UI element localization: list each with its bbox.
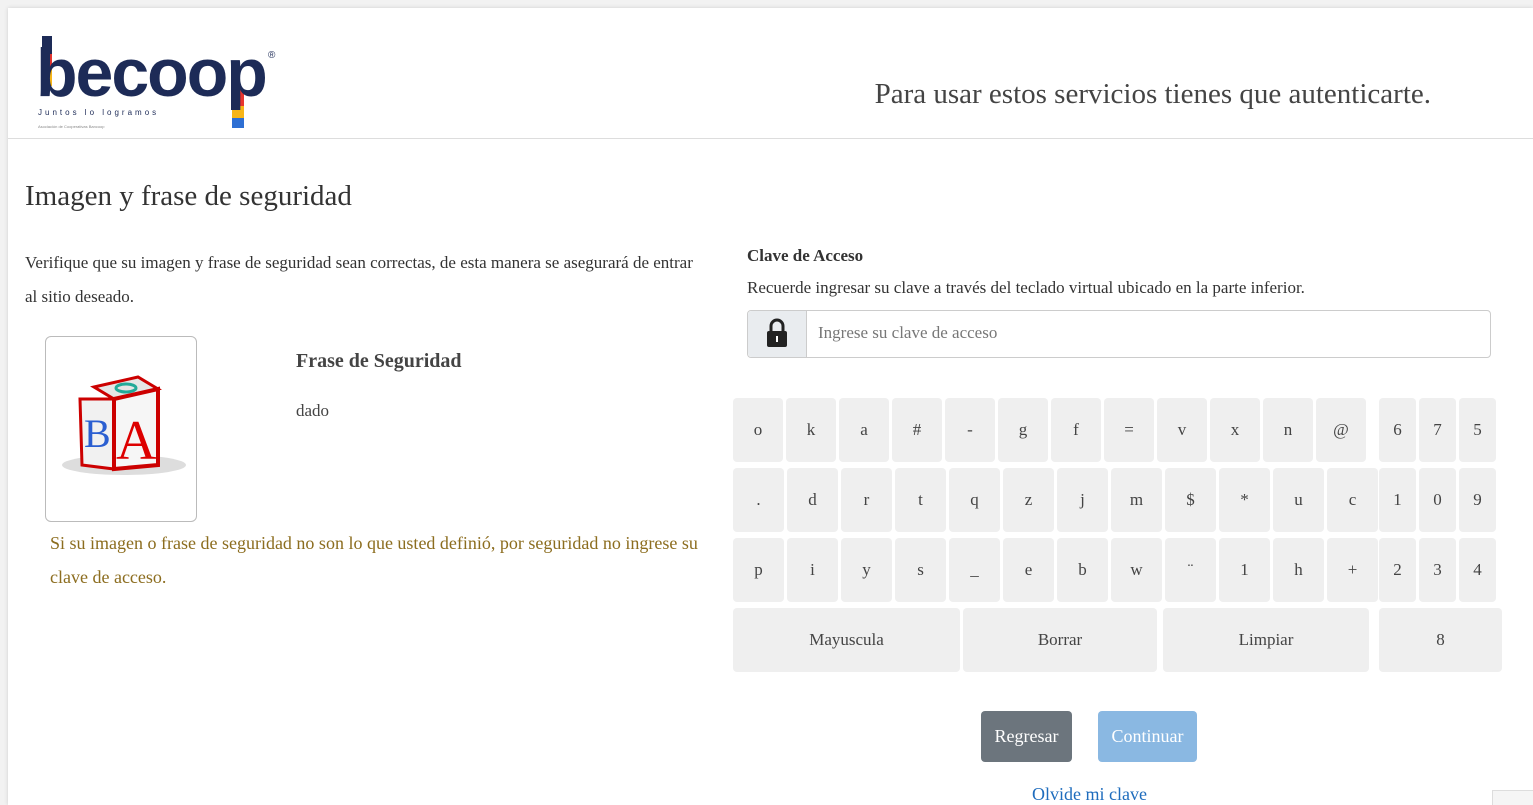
keyboard-key[interactable]: v bbox=[1157, 398, 1207, 462]
security-phrase-value: dado bbox=[296, 401, 330, 420]
keyboard-key[interactable]: x bbox=[1210, 398, 1260, 462]
keyboard-key[interactable]: j bbox=[1057, 468, 1108, 532]
numpad-key[interactable]: 0 bbox=[1419, 468, 1456, 532]
keyboard-key[interactable]: a bbox=[839, 398, 889, 462]
numpad-key[interactable]: 2 bbox=[1379, 538, 1416, 602]
logo-tagline: Juntos lo logramos bbox=[38, 108, 160, 117]
numpad-key[interactable]: 3 bbox=[1419, 538, 1456, 602]
keyboard-key[interactable]: d bbox=[787, 468, 838, 532]
keyboard-key[interactable]: p bbox=[733, 538, 784, 602]
security-image: B A bbox=[45, 336, 197, 522]
security-warning: Si su imagen o frase de seguridad no son… bbox=[50, 533, 698, 587]
access-key-instructions: Recuerde ingresar su clave a través del … bbox=[747, 278, 1305, 297]
keyboard-key[interactable]: * bbox=[1219, 468, 1270, 532]
verify-instructions: Verifique que su imagen y frase de segur… bbox=[25, 253, 693, 306]
keyboard-key[interactable]: i bbox=[787, 538, 838, 602]
keyboard-key[interactable]: c bbox=[1327, 468, 1378, 532]
password-addon bbox=[748, 311, 807, 357]
keyboard-key[interactable]: k bbox=[786, 398, 836, 462]
login-page: becoop ® Juntos lo logramos Asociación d… bbox=[8, 8, 1533, 805]
keyboard-key[interactable]: 1 bbox=[1219, 538, 1270, 602]
numpad-key[interactable]: 6 bbox=[1379, 398, 1416, 462]
keyboard-key[interactable]: f bbox=[1051, 398, 1101, 462]
keyboard-key[interactable]: = bbox=[1104, 398, 1154, 462]
continue-button[interactable]: Continuar bbox=[1098, 711, 1197, 762]
keyboard-key[interactable]: h bbox=[1273, 538, 1324, 602]
keyboard-key[interactable]: u bbox=[1273, 468, 1324, 532]
keyboard-key[interactable]: w bbox=[1111, 538, 1162, 602]
svg-text:A: A bbox=[116, 410, 157, 472]
numpad-key[interactable]: 7 bbox=[1419, 398, 1456, 462]
keyboard-key[interactable]: . bbox=[733, 468, 784, 532]
numpad-key[interactable]: 5 bbox=[1459, 398, 1496, 462]
page-title: Imagen y frase de seguridad bbox=[25, 180, 352, 212]
delete-key[interactable]: Borrar bbox=[963, 608, 1157, 672]
numpad-key[interactable]: 4 bbox=[1459, 538, 1496, 602]
logo-wordmark: becoop bbox=[36, 35, 268, 111]
keyboard-key[interactable]: o bbox=[733, 398, 783, 462]
keyboard-key[interactable]: q bbox=[949, 468, 1000, 532]
keyboard-key[interactable]: y bbox=[841, 538, 892, 602]
numpad-key[interactable]: 9 bbox=[1459, 468, 1496, 532]
alphabet-block-icon: B A bbox=[62, 375, 186, 475]
keyboard-key[interactable]: $ bbox=[1165, 468, 1216, 532]
logo-small-text: Asociación de Cooperativas Bancoop bbox=[38, 124, 105, 129]
keyboard-key[interactable]: g bbox=[998, 398, 1048, 462]
keyboard-key[interactable]: s bbox=[895, 538, 946, 602]
keyboard-key[interactable]: # bbox=[892, 398, 942, 462]
registered-mark: ® bbox=[268, 50, 276, 61]
numpad-key[interactable]: 1 bbox=[1379, 468, 1416, 532]
caps-key[interactable]: Mayuscula bbox=[733, 608, 960, 672]
keyboard-key[interactable]: z bbox=[1003, 468, 1054, 532]
keyboard-key[interactable]: r bbox=[841, 468, 892, 532]
auth-required-message: Para usar estos servicios tienes que aut… bbox=[874, 78, 1431, 110]
keyboard-key[interactable]: ¨ bbox=[1165, 538, 1216, 602]
becoop-logo: becoop ® Juntos lo logramos Asociación d… bbox=[36, 36, 296, 136]
svg-text:B: B bbox=[84, 411, 111, 456]
back-button[interactable]: Regresar bbox=[981, 711, 1072, 762]
keyboard-key[interactable]: @ bbox=[1316, 398, 1366, 462]
keyboard-key[interactable]: b bbox=[1057, 538, 1108, 602]
security-phrase-title: Frase de Seguridad bbox=[296, 350, 462, 372]
password-input[interactable] bbox=[808, 311, 1488, 355]
keyboard-key[interactable]: m bbox=[1111, 468, 1162, 532]
keyboard-key[interactable]: _ bbox=[949, 538, 1000, 602]
keyboard-key[interactable]: n bbox=[1263, 398, 1313, 462]
clear-key[interactable]: Limpiar bbox=[1163, 608, 1369, 672]
keyboard-key[interactable]: t bbox=[895, 468, 946, 532]
numpad-key[interactable]: 8 bbox=[1379, 608, 1502, 672]
keyboard-key[interactable]: e bbox=[1003, 538, 1054, 602]
access-key-title: Clave de Acceso bbox=[747, 246, 864, 265]
recaptcha-badge bbox=[1492, 790, 1533, 805]
forgot-password-link[interactable]: Olvide mi clave bbox=[1032, 784, 1147, 805]
password-group bbox=[747, 310, 1491, 358]
keyboard-key[interactable]: - bbox=[945, 398, 995, 462]
lock-icon bbox=[767, 318, 787, 347]
keyboard-key[interactable]: + bbox=[1327, 538, 1378, 602]
header: becoop ® Juntos lo logramos Asociación d… bbox=[8, 8, 1533, 139]
